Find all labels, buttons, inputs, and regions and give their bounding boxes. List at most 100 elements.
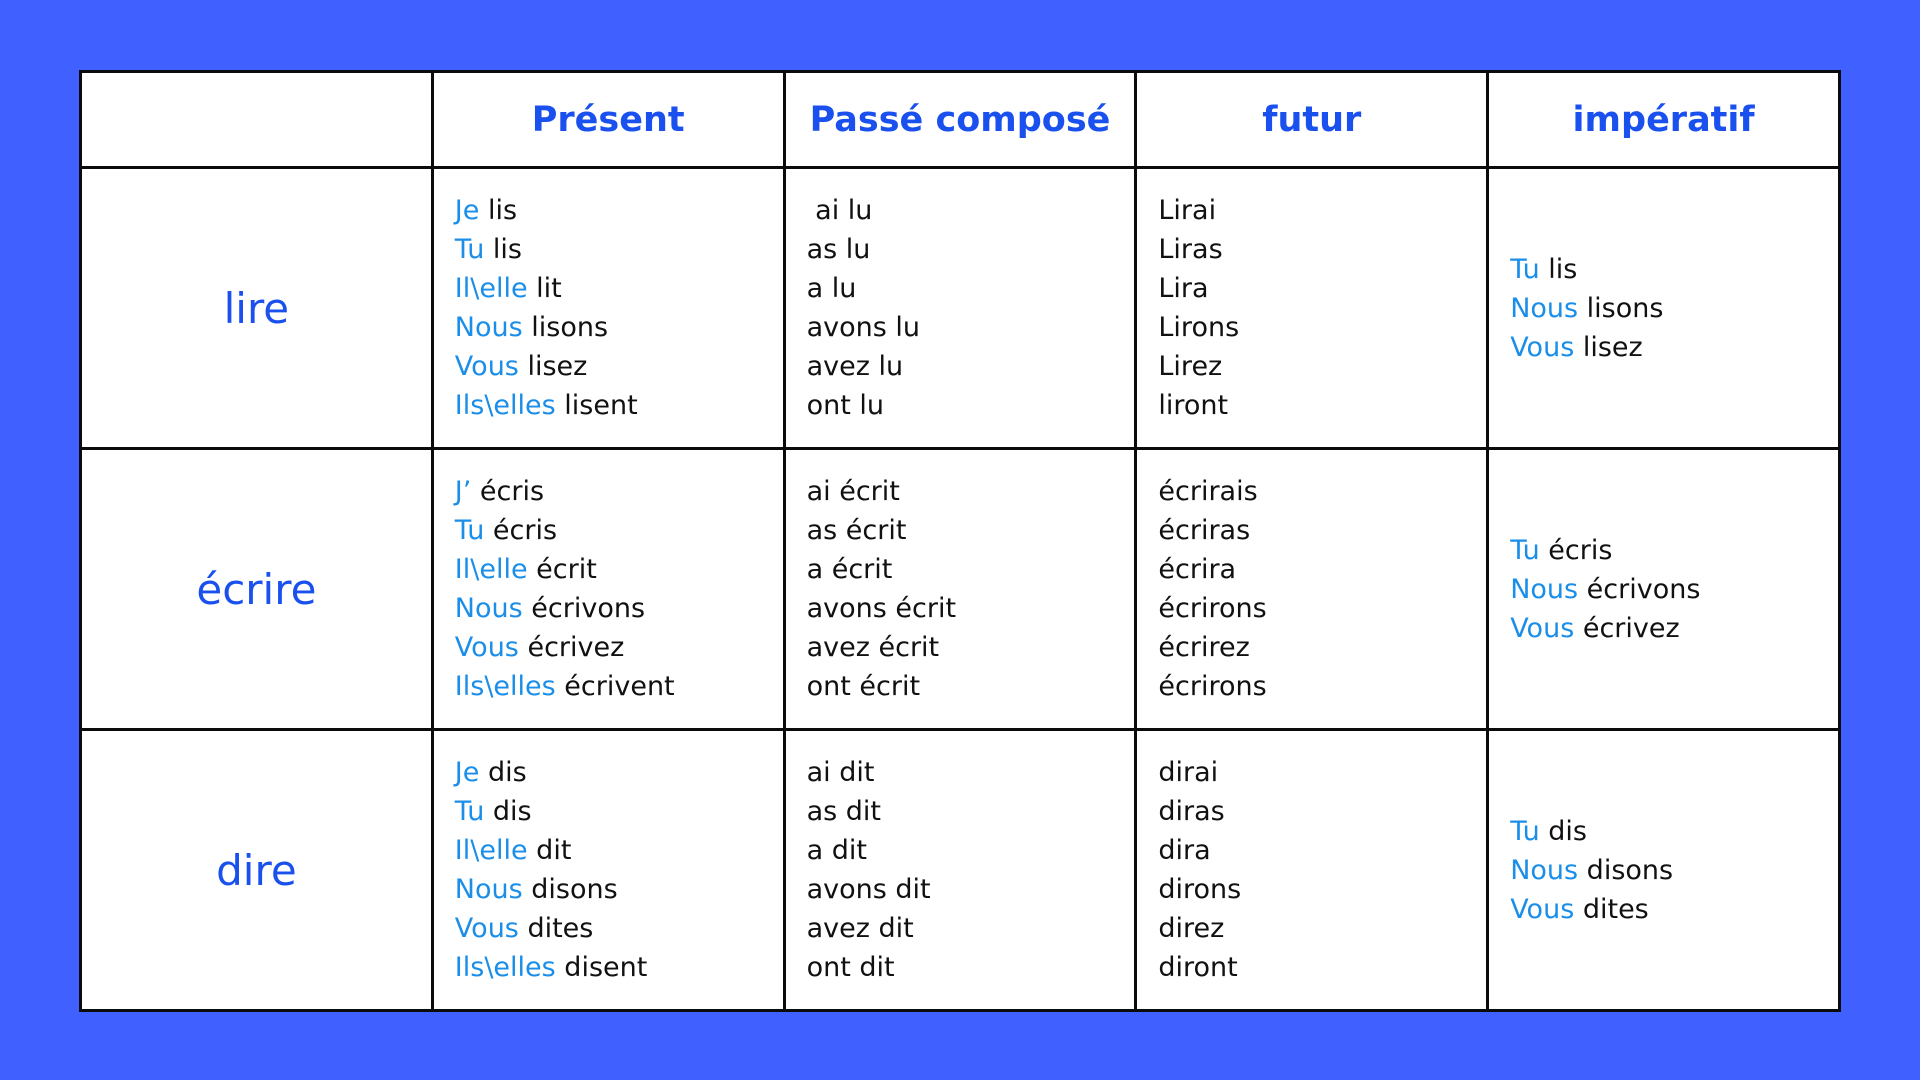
verb-form: dites — [1574, 893, 1649, 925]
conjugation-line: Nous disons — [1510, 851, 1838, 890]
header-present: Présent — [430, 70, 786, 169]
conjugation-line: dirons — [1158, 874, 1242, 905]
verb-form: disent — [555, 952, 648, 983]
conjugation-line: écrirez — [1158, 632, 1250, 663]
pronoun: Vous — [454, 351, 519, 382]
verb-label: dire — [79, 728, 434, 1012]
conjugation-line: liront — [1158, 390, 1229, 421]
passe-compose-cell: ai lu as lu a lu avons lu avez lu ont lu — [782, 166, 1138, 450]
conjugation-line: Vous dites — [1510, 890, 1838, 929]
conjugation-line: J’ écris — [455, 472, 783, 511]
verb-form: écrivons — [522, 593, 646, 624]
conjugation-line: écrirons — [1158, 671, 1267, 702]
verb-form: lis — [484, 234, 522, 265]
pronoun: Tu — [1510, 534, 1540, 566]
conjugation-line: Vous écrivez — [1510, 609, 1838, 648]
conjugation-line: Il\elle écrit — [455, 550, 783, 589]
conjugation-line: Lirons — [1158, 312, 1240, 343]
conjugation-line: as dit — [806, 796, 882, 827]
conjugation-line: Il\elle lit — [455, 269, 783, 308]
conjugation-line: diras — [1158, 796, 1225, 827]
conjugation-line: Ils\elles écrivent — [455, 667, 783, 706]
conjugation-line: Lirez — [1158, 351, 1223, 382]
verb-form: écrit — [527, 554, 597, 585]
pronoun: Il\elle — [454, 273, 528, 304]
verb-form: dites — [518, 913, 594, 944]
verb-form: écrivent — [555, 671, 675, 702]
conjugation-line: dira — [1158, 835, 1211, 866]
verb-form: lis — [479, 195, 518, 226]
conjugation-line: avez lu — [806, 351, 904, 382]
pronoun: Il\elle — [454, 835, 528, 866]
conjugation-line: ont écrit — [806, 671, 921, 702]
conjugation-line: ont dit — [806, 952, 895, 983]
conjugation-line: as écrit — [806, 515, 907, 546]
conjugation-line: Nous disons — [455, 870, 783, 909]
pronoun: Tu — [454, 234, 485, 265]
verb-form: écris — [484, 515, 558, 546]
conjugation-line: ont lu — [806, 390, 885, 421]
conjugation-line: Liras — [1158, 234, 1223, 265]
conjugation-line: Nous écrivons — [1510, 570, 1838, 609]
pronoun: Tu — [454, 796, 485, 827]
pronoun: Nous — [454, 874, 523, 905]
conjugation-line: avons lu — [806, 312, 921, 343]
pronoun: Nous — [1510, 854, 1579, 886]
conjugation-line: Je lis — [455, 191, 783, 230]
conjugation-line: ai lu — [806, 195, 873, 226]
imperatif-cell: Tu écris Nous écrivons Vous écrivez — [1486, 447, 1841, 731]
header-futur: futur — [1134, 70, 1490, 169]
conjugation-line: écrira — [1158, 554, 1237, 585]
futur-cell: Lirai Liras Lira Lirons Lirez liront — [1134, 166, 1490, 450]
pronoun: Je — [454, 757, 480, 788]
futur-cell: écrirais écriras écrira écrirons écrirez écri… — [1134, 447, 1490, 731]
conjugation-line: Tu lis — [1510, 250, 1838, 289]
pronoun: Ils\elles — [454, 952, 556, 983]
conjugation-line: diront — [1158, 952, 1238, 983]
futur-cell: dirai diras dira dirons direz diront — [1134, 728, 1490, 1012]
present-cell: J’ écris Tu écris Il\elle écrit Nous écrivo… — [430, 447, 786, 731]
conjugation-line: Nous écrivons — [455, 589, 783, 628]
conjugation-line: direz — [1158, 913, 1225, 944]
verb-form: dit — [527, 835, 572, 866]
verb-row: écrire J’ écris Tu écris Il\elle écrit Nous … — [79, 447, 1841, 731]
pronoun: Vous — [1510, 893, 1575, 925]
table-body: lire Je lis Tu lis Il\elle lit Nous lisons Vo… — [79, 166, 1841, 1012]
verb-row: dire Je dis Tu dis Il\elle dit Nous disons Vo… — [79, 728, 1841, 1012]
conjugation-line: a écrit — [806, 554, 893, 585]
pronoun: Ils\elles — [454, 390, 556, 421]
conjugation-line: écrirons — [1158, 593, 1267, 624]
pronoun: Nous — [454, 312, 523, 343]
conjugation-line: Nous lisons — [1510, 289, 1838, 328]
pronoun: Tu — [1510, 815, 1540, 847]
verb-form: lit — [527, 273, 562, 304]
verb-form: lisons — [1578, 292, 1664, 324]
header-passe-compose: Passé composé — [782, 70, 1138, 169]
pronoun: Vous — [1510, 331, 1575, 363]
verb-form: écrivons — [1578, 573, 1701, 605]
conjugation-line: Ils\elles lisent — [455, 386, 783, 425]
conjugation-line: dirai — [1158, 757, 1219, 788]
conjugation-line: Ils\elles disent — [455, 948, 783, 987]
conjugation-line: Tu écris — [1510, 531, 1838, 570]
verb-form: disons — [522, 874, 618, 905]
conjugation-line: Tu dis — [455, 792, 783, 831]
pronoun: Ils\elles — [454, 671, 556, 702]
verb-form: écrivez — [518, 632, 625, 663]
conjugation-line: Il\elle dit — [455, 831, 783, 870]
present-cell: Je lis Tu lis Il\elle lit Nous lisons Vous l… — [430, 166, 786, 450]
conjugation-line: Vous lisez — [455, 347, 783, 386]
verb-form: dis — [479, 757, 527, 788]
header-imperatif: impératif — [1486, 70, 1841, 169]
verb-form: lisez — [1574, 331, 1643, 363]
conjugation-line: Tu lis — [455, 230, 783, 269]
pronoun: Tu — [454, 515, 485, 546]
conjugation-line: Vous dites — [455, 909, 783, 948]
conjugation-line: écriras — [1158, 515, 1251, 546]
pronoun: Vous — [1510, 612, 1575, 644]
pronoun: Vous — [454, 632, 519, 663]
verb-form: écris — [1539, 534, 1613, 566]
passe-compose-cell: ai écrit as écrit a écrit avons écrit avez é… — [782, 447, 1138, 731]
conjugation-line: Nous lisons — [455, 308, 783, 347]
conjugation-line: Vous écrivez — [455, 628, 783, 667]
